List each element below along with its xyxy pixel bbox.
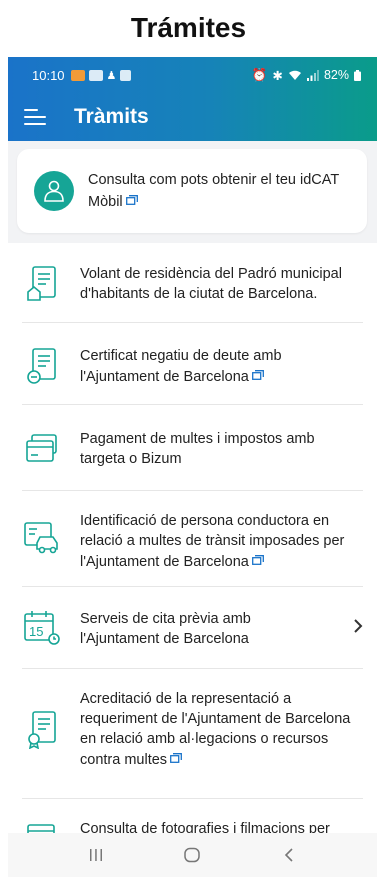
external-link-icon [251,551,264,571]
bluetooth-icon: ✱ [272,68,283,83]
signal-icon [306,69,319,81]
driver-identification-icon [22,511,62,555]
list-item-label: Pagament de multes i impostos amb target… [80,429,357,469]
chevron-right-icon [353,618,363,639]
list-item-padro[interactable]: Volant de residència del Padró municipal… [8,243,377,323]
notification-calendar-icon [88,69,103,81]
debt-certificate-icon [22,346,62,386]
calendar-day: 15 [29,624,43,639]
idcat-user-icon [34,171,74,211]
banner-text: Consulta com pots obtenir el teu idCAT M… [88,170,358,213]
representation-document-icon [22,689,62,749]
item-text: Pagament de multes i impostos amb target… [80,431,315,467]
list-item-label: Identificació de persona conductora en r… [80,511,357,572]
item-text: Identificació de persona conductora en r… [80,513,345,570]
notification-person-icon: ♟ [106,69,117,82]
payment-card-icon [22,429,62,469]
list-item-certificat-deute[interactable]: Certificat negatiu de deute amb l'Ajunta… [8,323,377,405]
page-title: Tràmits [74,105,149,128]
video-camera-icon [22,819,62,833]
status-right: ⏰ ✱ 82% [252,68,361,83]
calendar-icon: 15 [22,609,62,649]
external-link-icon [251,366,264,386]
menu-icon[interactable] [24,109,46,125]
list-item-label: Consulta de fotografies i filmacions per… [80,819,357,833]
list-item-label: Volant de residència del Padró municipal… [80,264,357,304]
idcat-banner[interactable]: Consulta com pots obtenir el teu idCAT M… [17,149,367,233]
list-item-label: Serveis de cita prèvia amb l'Ajuntament … [80,609,357,649]
battery-percent: 82% [323,68,349,82]
item-text: Acreditació de la representació a requer… [80,691,351,768]
external-link-icon [170,749,182,769]
phone-screen: 10:10 ♟ ⏰ ✱ 82% Tràmits Consulta com pot… [8,57,377,877]
external-link-icon [125,191,138,212]
home-button[interactable] [172,840,212,870]
item-text: Volant de residència del Padró municipal… [80,266,342,302]
alarm-icon: ⏰ [251,67,268,82]
procedures-list: Volant de residència del Padró municipal… [8,243,377,833]
wifi-icon [288,70,301,80]
list-item-identificacio-conductor[interactable]: Identificació de persona conductora en r… [8,491,377,587]
notification-gallery-icon [120,69,132,81]
list-item-pagament-multes[interactable]: Pagament de multes i impostos amb target… [8,405,377,491]
list-item-cita-previa[interactable]: 15 Serveis de cita prèvia amb l'Ajuntame… [8,587,377,669]
notification-app-icon [70,69,85,81]
back-button[interactable] [269,840,309,870]
list-item-label: Certificat negatiu de deute amb l'Ajunta… [80,346,357,387]
screenshot-frame: Trámites 10:10 ♟ ⏰ ✱ 82% Tràmits Consult… [0,0,377,877]
app-bar: Tràmits [8,93,377,141]
item-text: Serveis de cita prèvia amb l'Ajuntament … [80,611,251,647]
item-text: Consulta de fotografies i filmacions per… [80,821,330,833]
caption-title: Trámites [130,11,247,43]
system-navigation-bar [8,833,377,877]
status-bar: 10:10 ♟ ⏰ ✱ 82% [8,57,377,93]
main-content: Consulta com pots obtenir el teu idCAT M… [8,141,377,833]
list-item-label: Acreditació de la representació a requer… [80,689,357,770]
notification-icons: ♟ [70,69,132,82]
list-item-acreditacio-representacio[interactable]: Acreditació de la representació a requer… [8,669,377,799]
list-item-consulta-fotografies[interactable]: Consulta de fotografies i filmacions per… [8,799,377,833]
status-time: 10:10 [32,67,65,83]
recent-apps-button[interactable] [76,840,116,870]
battery-icon [354,69,361,81]
residence-certificate-icon [22,264,62,304]
